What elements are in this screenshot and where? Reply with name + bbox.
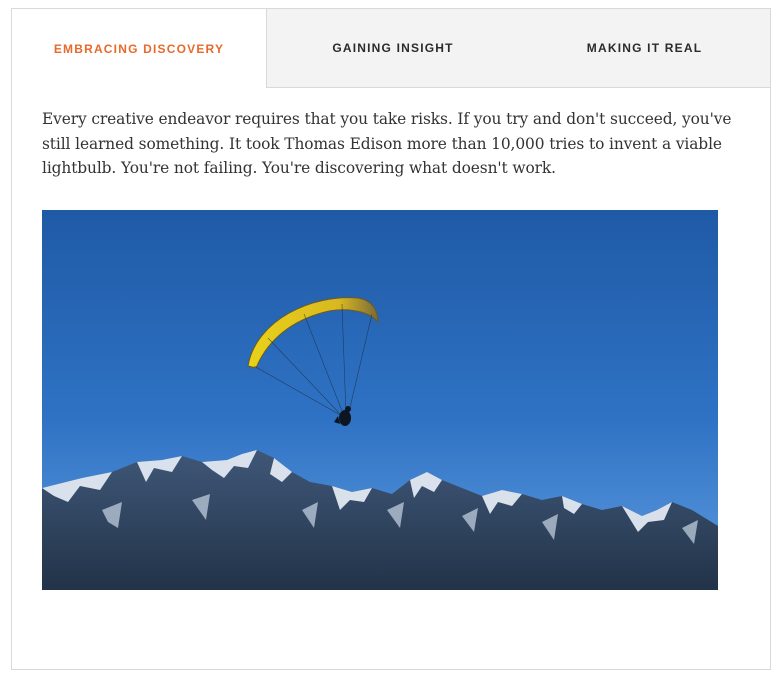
paraglider-mountain-photo	[42, 210, 718, 590]
tab-label: GAINING INSIGHT	[332, 41, 454, 55]
tab-embracing-discovery[interactable]: EMBRACING DISCOVERY	[12, 9, 266, 88]
tab-label: MAKING IT REAL	[586, 41, 703, 55]
panel-paragraph: Every creative endeavor requires that yo…	[42, 110, 732, 177]
tab-bar: EMBRACING DISCOVERY GAINING INSIGHT MAKI…	[12, 9, 770, 88]
tab-label: EMBRACING DISCOVERY	[53, 41, 225, 56]
tab-making-it-real[interactable]: MAKING IT REAL	[519, 9, 770, 88]
tab-panel-container: EMBRACING DISCOVERY GAINING INSIGHT MAKI…	[11, 8, 771, 670]
tab-content: Every creative endeavor requires that yo…	[42, 107, 742, 181]
tab-gaining-insight[interactable]: GAINING INSIGHT	[266, 9, 519, 88]
